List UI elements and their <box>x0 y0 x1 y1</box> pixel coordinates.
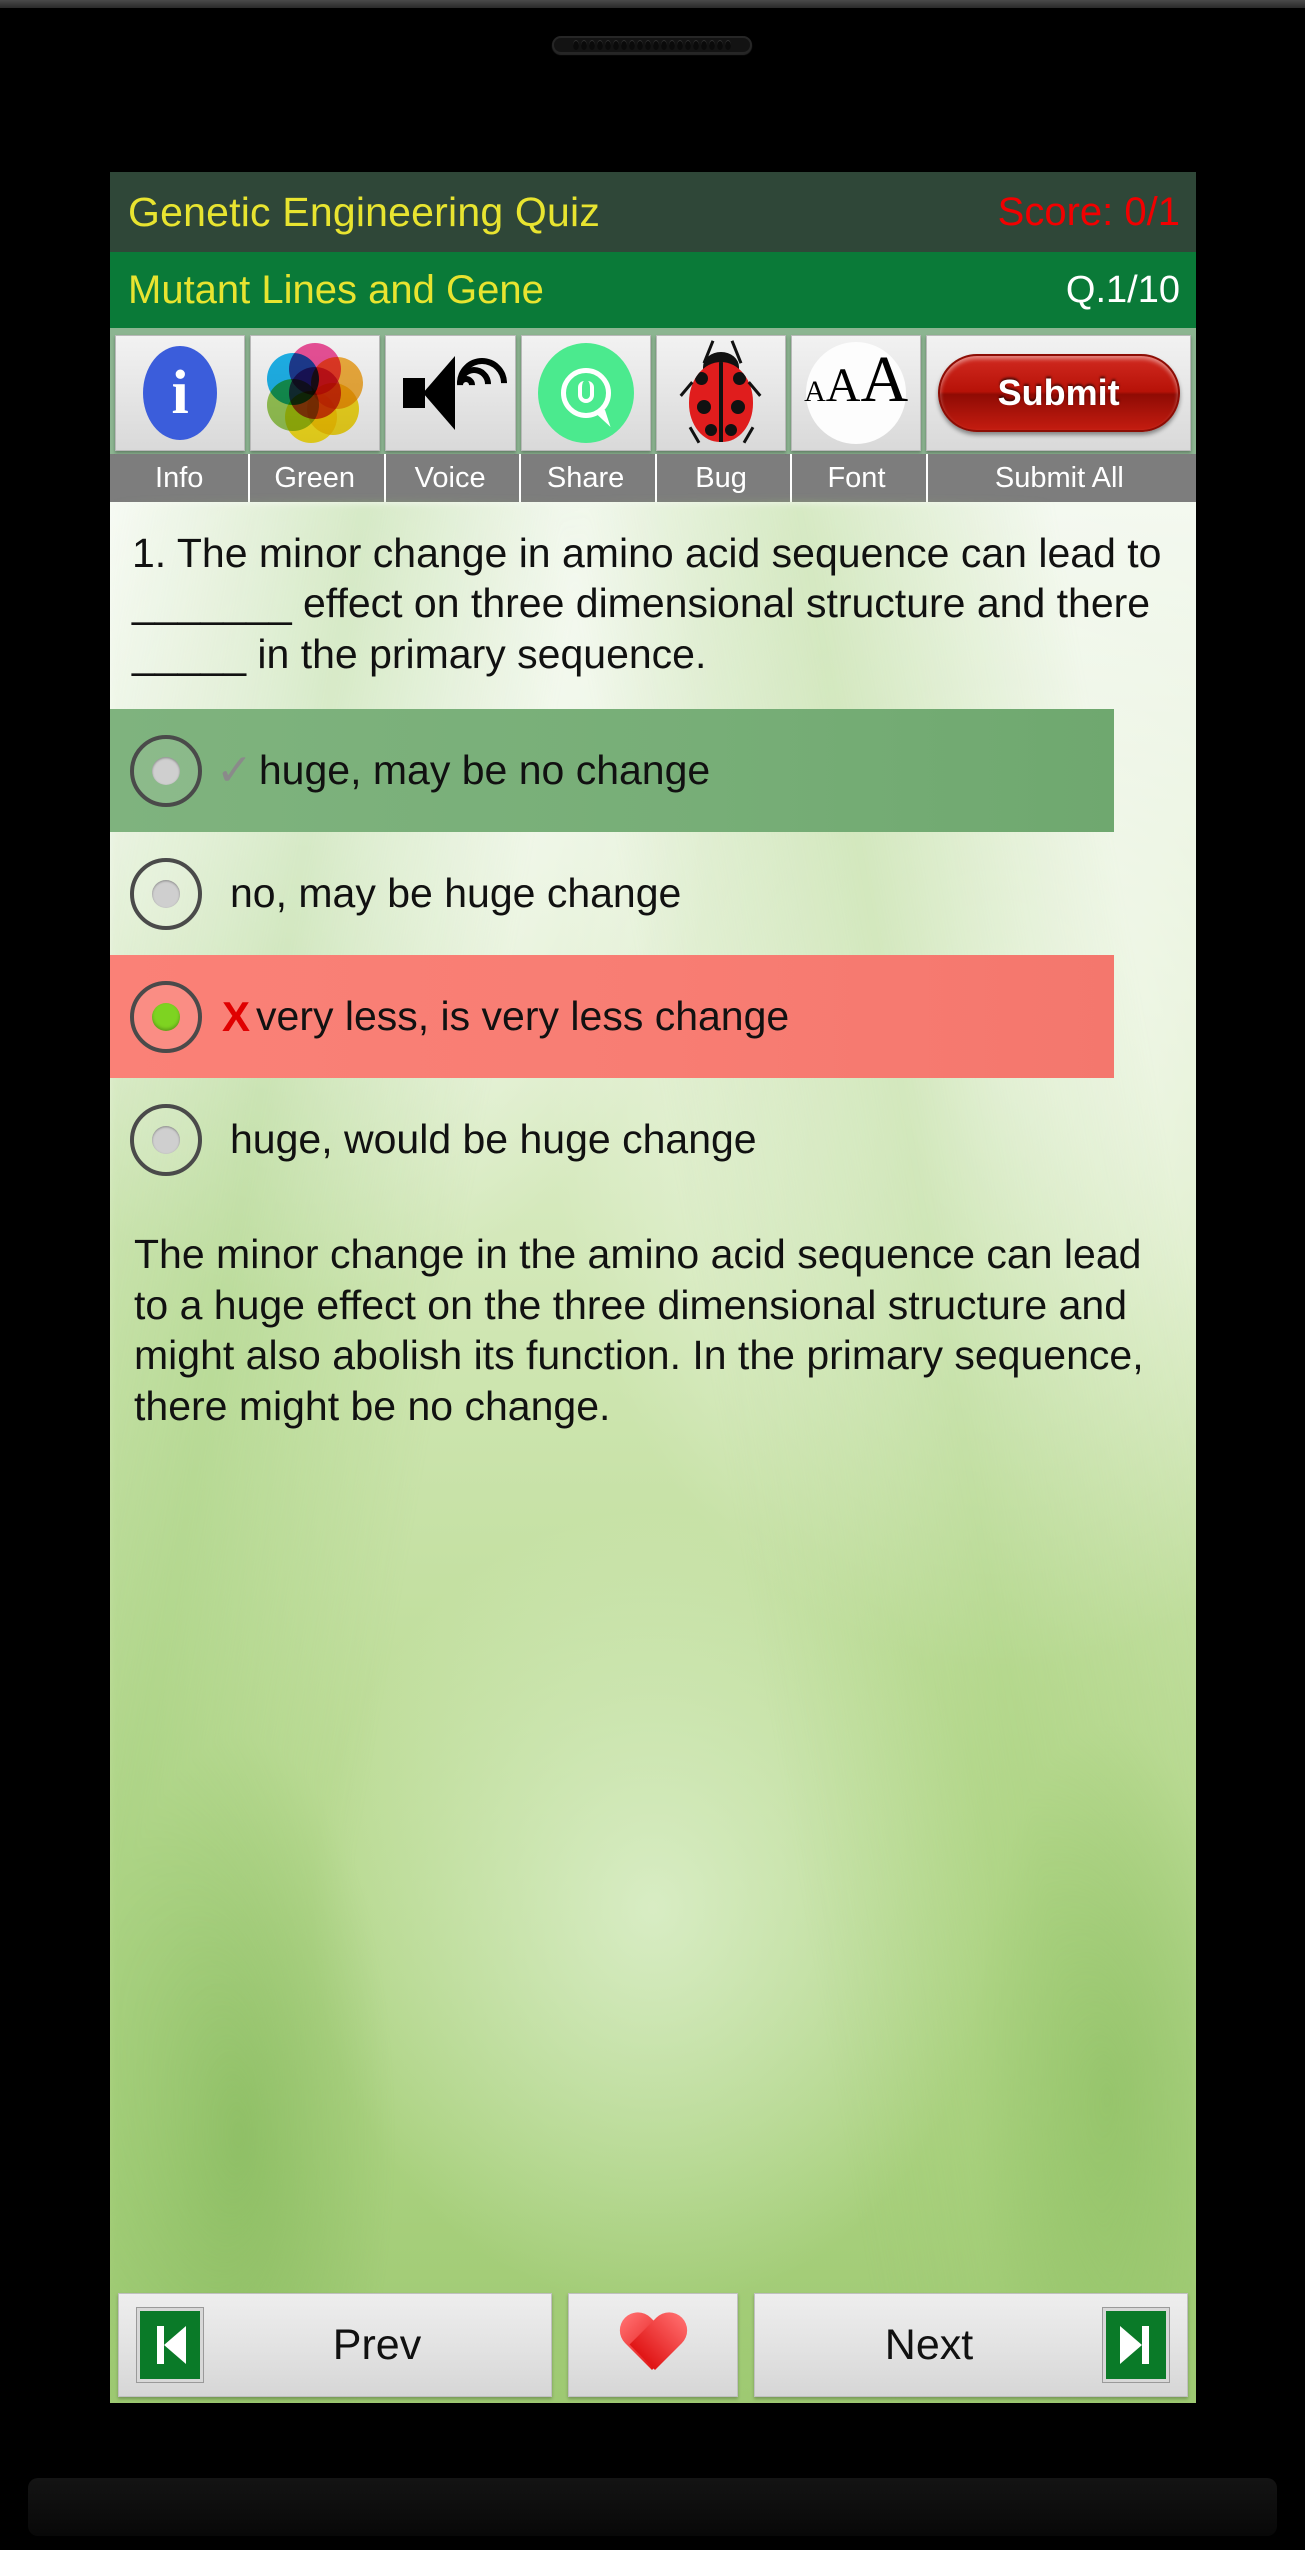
font-size-icon: AAA <box>804 341 908 444</box>
ladybug-icon <box>679 339 762 446</box>
toolbar-label-share: Share <box>519 454 650 502</box>
toolbar-label-green: Green <box>248 454 379 502</box>
answer-option-4-label: huge, would be huge change <box>230 1116 757 1163</box>
toolbar-button-bug[interactable] <box>655 334 787 451</box>
score-display: Score: 0/1 <box>997 189 1180 234</box>
wrong-cross-icon: X <box>222 992 251 1040</box>
toolbar-label-row: Info Green Voice Share Bug Font Submit A… <box>110 454 1196 502</box>
color-wheel-icon <box>267 342 364 443</box>
answer-option-2-label: no, may be huge change <box>230 870 682 917</box>
device-top-bezel <box>0 0 1305 8</box>
toolbar-label-bug: Bug <box>654 454 786 502</box>
quiz-content: 1. The minor change in amino acid sequen… <box>110 502 1196 2403</box>
next-button-label: Next <box>884 2320 974 2369</box>
earpiece-speaker-grille <box>552 36 752 54</box>
next-arrow-icon <box>1103 2308 1169 2382</box>
navigation-bar: Prev Next <box>110 2293 1196 2403</box>
heart-icon <box>619 2314 687 2376</box>
app-title: Genetic Engineering Quiz <box>128 188 601 235</box>
toolbar-label-font: Font <box>790 454 921 502</box>
quiz-subtitle: Mutant Lines and Gene <box>128 267 544 312</box>
quiz-subtitle-bar: Mutant Lines and Gene Q.1/10 <box>110 252 1196 328</box>
device-frame: Genetic Engineering Quiz Score: 0/1 Muta… <box>0 0 1305 2550</box>
answer-option-4[interactable]: huge, would be huge change <box>110 1078 1196 1201</box>
radio-option-2[interactable] <box>130 857 202 930</box>
answer-option-3[interactable]: X very less, is very less change <box>110 955 1114 1079</box>
radio-option-3[interactable] <box>130 980 202 1053</box>
answer-option-1-label: huge, may be no change <box>258 747 711 794</box>
radio-option-1[interactable] <box>130 734 202 807</box>
toolbar-button-submit[interactable]: Submit <box>926 334 1192 451</box>
answer-option-3-label: very less, is very less change <box>256 993 790 1040</box>
toolbar-button-share[interactable] <box>520 334 651 451</box>
next-button[interactable]: Next <box>754 2293 1188 2397</box>
phone-screen: Genetic Engineering Quiz Score: 0/1 Muta… <box>110 172 1196 2403</box>
submit-button[interactable]: Submit <box>937 353 1180 432</box>
question-text: 1. The minor change in amino acid sequen… <box>132 530 1162 677</box>
toolbar-button-green[interactable] <box>250 334 381 451</box>
correct-check-icon: ✓ <box>216 745 253 795</box>
share-bubble-icon <box>537 342 634 443</box>
answer-options: ✓ huge, may be no change no, may be huge… <box>110 709 1196 1201</box>
toolbar-label-voice: Voice <box>383 454 515 502</box>
prev-button-label: Prev <box>332 2320 422 2369</box>
toolbar-label-submit-all: Submit All <box>925 454 1192 502</box>
app-title-bar: Genetic Engineering Quiz Score: 0/1 <box>110 172 1196 252</box>
favorite-button[interactable] <box>568 2293 738 2397</box>
question-counter: Q.1/10 <box>1065 268 1180 311</box>
device-bottom-bezel <box>28 2478 1277 2536</box>
radio-option-4[interactable] <box>130 1103 202 1176</box>
answer-option-2[interactable]: no, may be huge change <box>110 832 1196 955</box>
toolbar-button-voice[interactable] <box>385 334 517 451</box>
toolbar-button-font[interactable]: AAA <box>791 334 922 451</box>
toolbar-label-info: Info <box>115 454 244 502</box>
toolbar-button-info[interactable]: i <box>115 334 246 451</box>
info-icon: i <box>143 345 218 440</box>
toolbar: i A A A Submit <box>110 328 1196 454</box>
speaker-icon <box>401 347 517 438</box>
prev-button[interactable]: Prev <box>118 2293 552 2397</box>
explanation-text: The minor change in the amino acid seque… <box>134 1231 1144 1429</box>
answer-option-1[interactable]: ✓ huge, may be no change <box>110 709 1114 833</box>
prev-arrow-icon <box>137 2308 203 2382</box>
